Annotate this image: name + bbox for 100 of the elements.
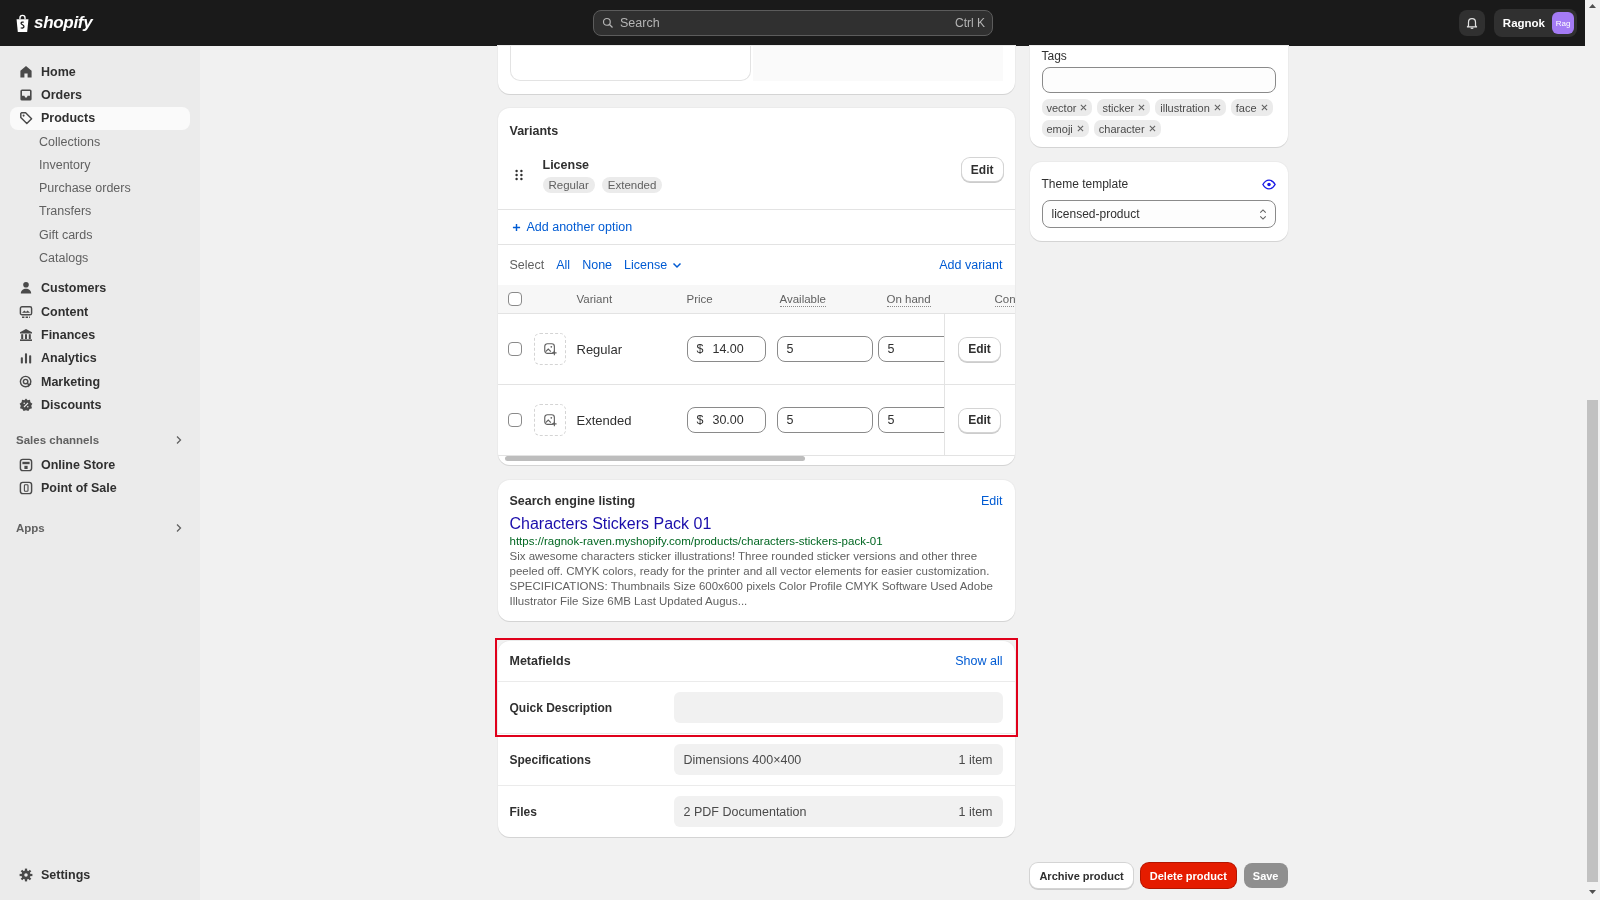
price-field[interactable]: $ 14.00: [686, 336, 766, 362]
add-variant-link[interactable]: Add variant: [939, 258, 1003, 272]
metafield-label: Specifications: [509, 752, 592, 767]
on-hand-field[interactable]: 5: [877, 336, 944, 362]
sidebar-item[interactable]: Orders: [10, 83, 190, 107]
tag-chip: character: [1093, 120, 1161, 137]
image-add-icon: [542, 342, 557, 356]
close-icon[interactable]: [1076, 125, 1084, 132]
sidebar-subitem[interactable]: Collections: [10, 129, 190, 154]
available-field[interactable]: 5: [776, 336, 873, 362]
field-label: Tags: [1041, 49, 1068, 63]
sidebar-subitem[interactable]: Inventory: [10, 153, 190, 177]
sidebar-item[interactable]: Marketing: [10, 369, 190, 394]
metafield-label: Files: [509, 804, 538, 819]
drag-handle-icon[interactable]: [514, 169, 523, 181]
edit-button[interactable]: Edit: [961, 158, 1003, 181]
field-label: Theme template: [1041, 177, 1129, 191]
template-select[interactable]: licensed-product: [1041, 200, 1276, 228]
sidebar-item[interactable]: Point of Sale: [10, 476, 190, 501]
edit-button[interactable]: Edit: [959, 337, 1000, 361]
tag-chip: sticker: [1097, 99, 1151, 116]
sidebar-item[interactable]: Home: [10, 60, 190, 84]
bar-chart-icon: [18, 350, 34, 367]
tag-chip: vector: [1041, 99, 1093, 116]
sidebar-subitem[interactable]: Gift cards: [10, 223, 190, 247]
tag-chip: illustration: [1155, 99, 1226, 116]
tray-icon: [18, 86, 34, 103]
available-field[interactable]: 5: [776, 407, 873, 433]
price-field[interactable]: $ 30.00: [686, 407, 766, 433]
bag-icon: [14, 13, 31, 33]
image-add-icon: [542, 413, 557, 427]
section-heading: Apps: [16, 522, 45, 535]
image-upload-slot[interactable]: [533, 333, 566, 365]
column-header: Available: [779, 293, 826, 307]
shortcut-hint: Ctrl K: [955, 16, 985, 30]
sidebar-item[interactable]: Products: [10, 106, 190, 130]
chevron-right-icon[interactable]: [174, 523, 184, 534]
logo-text: shopify: [34, 13, 93, 33]
badge-icon: [18, 396, 34, 413]
option-value-tag: Regular: [542, 177, 595, 193]
close-icon[interactable]: [1080, 104, 1088, 111]
sidebar-item[interactable]: Settings: [10, 863, 190, 887]
edit-link[interactable]: Edit: [980, 494, 1003, 508]
sidebar-item[interactable]: Discounts: [10, 393, 190, 417]
card-title: Search engine listing: [509, 494, 636, 508]
bell-icon: [1464, 16, 1479, 30]
edit-button[interactable]: Edit: [959, 408, 1000, 432]
tag-chip: emoji: [1041, 120, 1089, 137]
option-value-tag: Extended: [601, 177, 663, 193]
show-all-link[interactable]: Show all: [955, 654, 1003, 668]
up-down-chevron-icon: [1258, 208, 1267, 220]
close-icon[interactable]: [1260, 104, 1268, 111]
target-icon: [18, 373, 34, 390]
archive-button[interactable]: Archive product: [1030, 863, 1133, 888]
sidebar-subitem[interactable]: Transfers: [10, 199, 190, 224]
checkbox[interactable]: [507, 342, 522, 356]
on-hand-field[interactable]: 5: [877, 407, 944, 433]
account-menu[interactable]: Ragnok Rag: [1493, 9, 1577, 37]
storefront-icon: [18, 457, 34, 474]
close-icon[interactable]: [1138, 104, 1146, 111]
sidebar-item[interactable]: Analytics: [10, 346, 190, 370]
image-upload-slot[interactable]: [533, 404, 566, 436]
checkbox[interactable]: [507, 292, 522, 306]
horizontal-scrollbar[interactable]: [504, 456, 805, 461]
select-link[interactable]: None: [582, 258, 613, 272]
eye-icon[interactable]: [1261, 178, 1276, 190]
search-icon: [602, 17, 614, 29]
checkbox[interactable]: [507, 413, 522, 427]
column-header: On hand: [886, 293, 931, 307]
bank-icon: [18, 326, 34, 343]
phone-icon: [18, 480, 34, 497]
metafield-value[interactable]: 2 PDF Documentation 1 item: [673, 796, 1003, 827]
sidebar-item[interactable]: Online Store: [10, 453, 190, 477]
column-header: Price: [686, 293, 713, 305]
sidebar-subitem[interactable]: Catalogs: [10, 246, 190, 270]
plus-icon: [511, 222, 521, 232]
tag-icon: [18, 110, 34, 127]
close-icon[interactable]: [1148, 125, 1156, 132]
chevron-right-icon[interactable]: [174, 435, 184, 446]
sidebar-subitem[interactable]: Purchase orders: [10, 176, 190, 200]
tag-chip: face: [1230, 99, 1273, 116]
option-name: License: [542, 158, 591, 172]
monitor-icon: [18, 303, 34, 320]
gear-icon: [18, 867, 34, 884]
sidebar-item[interactable]: Content: [10, 299, 190, 324]
filter-dropdown[interactable]: License: [624, 258, 683, 272]
delete-button[interactable]: Delete product: [1140, 863, 1236, 888]
select-link[interactable]: All: [556, 258, 571, 272]
avatar: Rag: [1552, 12, 1574, 34]
chevron-down-icon: [672, 260, 683, 270]
metafield-label: Quick Description: [509, 700, 614, 715]
notifications-button[interactable]: [1458, 10, 1485, 36]
sidebar-item[interactable]: Finances: [10, 323, 190, 347]
metafield-value[interactable]: Dimensions 400×400 1 item: [673, 744, 1003, 775]
variant-name: Regular: [576, 341, 623, 357]
sidebar-item[interactable]: Customers: [10, 276, 190, 300]
person-icon: [18, 280, 34, 297]
add-option-link[interactable]: Add another option: [526, 220, 633, 234]
close-icon[interactable]: [1213, 104, 1221, 111]
tags-field[interactable]: [1041, 67, 1276, 93]
